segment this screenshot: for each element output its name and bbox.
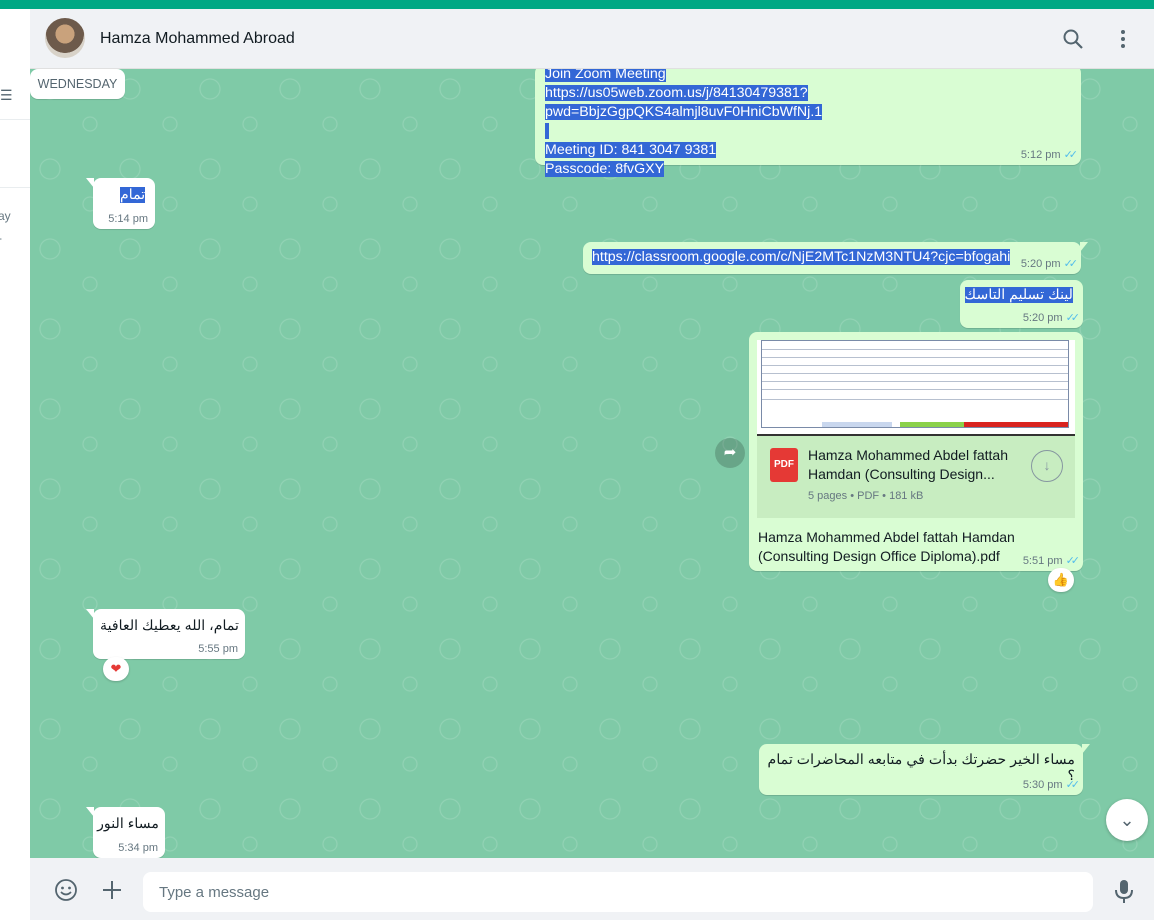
top-accent-bar <box>0 0 1154 9</box>
double-check-icon: ✓✓ <box>1063 258 1079 270</box>
message-outgoing-document[interactable]: PDF Hamza Mohammed Abdel fattah Hamdan (… <box>749 332 1083 571</box>
chevron-down-icon[interactable]: ⌄ <box>1106 799 1148 841</box>
message-text: مساء النور <box>97 816 159 832</box>
message-incoming[interactable]: مساء النور 5:34 pm <box>86 807 165 858</box>
bubble-tail <box>1082 744 1090 754</box>
message-line: https://us05web.zoom.us/j/84130479381?pw… <box>545 85 823 120</box>
chat-header: Hamza Mohammed Abroad <box>30 9 1154 69</box>
message-incoming[interactable]: تمام، الله يعطيك العافية 5:55 pm <box>86 609 245 659</box>
filter-icon[interactable]: ☰ <box>0 87 13 104</box>
reaction-heart[interactable]: ❤ <box>103 657 129 681</box>
double-check-icon: ✓✓ <box>1065 312 1081 324</box>
message-time: 5:12 pm <box>1020 149 1061 161</box>
message-line: Meeting ID: 841 3047 9381 <box>545 142 717 158</box>
message-input[interactable] <box>143 872 1093 912</box>
message-meta: 5:20 pm ✓✓ <box>1020 257 1079 270</box>
sidebar-text-fragment: - <box>0 231 2 245</box>
message-outgoing-zoom[interactable]: Join Zoom Meeting https://us05web.zoom.u… <box>535 69 1081 177</box>
bubble-tail <box>86 807 94 817</box>
message-text: تمام، الله يعطيك العافية <box>99 618 239 634</box>
pdf-file-icon: PDF <box>770 448 798 482</box>
avatar[interactable] <box>45 18 85 58</box>
forward-icon[interactable]: ➦ <box>715 438 745 468</box>
message-outgoing[interactable]: مساء الخير حضرتك بدأت في متابعه المحاضرا… <box>759 744 1090 795</box>
document-name: Hamza Mohammed Abdel fattah Hamdan (Cons… <box>808 447 1008 482</box>
download-icon[interactable]: ↓ <box>1031 450 1063 482</box>
double-check-icon: ✓✓ <box>1063 149 1079 161</box>
message-line: Passcode: 8fvGXY <box>545 161 665 177</box>
message-time: 5:51 pm <box>1022 555 1063 567</box>
double-check-icon: ✓✓ <box>1065 555 1081 567</box>
document-card[interactable]: PDF Hamza Mohammed Abdel fattah Hamdan (… <box>757 436 1075 518</box>
document-preview[interactable] <box>757 340 1075 436</box>
document-caption: Hamza Mohammed Abdel fattah Hamdan (Cons… <box>758 529 1015 564</box>
message-time: 5:30 pm <box>1022 779 1063 791</box>
vertical-dots-icon[interactable] <box>1111 27 1135 51</box>
double-check-icon: ✓✓ <box>1065 779 1081 791</box>
divider <box>0 119 30 120</box>
bubble-tail <box>1080 242 1088 252</box>
message-text: تمام <box>120 187 146 203</box>
message-text: لينك تسليم التاسك <box>964 287 1073 303</box>
message-outgoing-link[interactable]: https://classroom.google.com/c/NjE2MTc1N… <box>583 242 1088 274</box>
message-meta: 5:51 pm ✓✓ <box>1022 554 1081 567</box>
message-line <box>545 123 549 139</box>
message-text: Join Zoom Meeting https://us05web.zoom.u… <box>545 69 1081 179</box>
message-composer <box>30 858 1154 920</box>
chat-list-sidebar-edge: ☰ ay - <box>0 9 31 920</box>
document-info: 5 pages • PDF • 181 kB <box>808 490 924 502</box>
conversation-panel[interactable]: Join Zoom Meeting https://us05web.zoom.u… <box>30 69 1154 858</box>
microphone-icon[interactable] <box>1112 878 1136 904</box>
emoji-icon[interactable] <box>54 878 78 902</box>
message-meta: 5:20 pm ✓✓ <box>1022 311 1081 324</box>
message-line: Join Zoom Meeting <box>545 69 666 82</box>
reaction-thumbs-up[interactable]: 👍 <box>1048 568 1074 592</box>
bubble-tail <box>86 178 94 188</box>
divider <box>0 187 30 188</box>
bubble-tail <box>86 609 94 619</box>
message-meta: 5:12 pm ✓✓ <box>1020 148 1079 161</box>
contact-name[interactable]: Hamza Mohammed Abroad <box>100 30 295 48</box>
message-time: 5:20 pm <box>1020 258 1061 270</box>
preview-table <box>761 340 1069 428</box>
message-time: 5:14 pm <box>108 213 148 225</box>
sidebar-text-fragment: ay <box>0 209 11 223</box>
message-outgoing[interactable]: لينك تسليم التاسك 5:20 pm ✓✓ <box>960 280 1083 328</box>
message-time: 5:55 pm <box>198 643 238 655</box>
search-icon[interactable] <box>1061 27 1085 51</box>
message-incoming[interactable]: تمام 5:14 pm <box>86 178 155 229</box>
date-separator-label: WEDNESDAY <box>37 77 118 91</box>
plus-icon[interactable] <box>100 878 124 902</box>
message-meta: 5:30 pm ✓✓ <box>1022 778 1081 791</box>
message-time: 5:20 pm <box>1022 312 1063 324</box>
message-time: 5:34 pm <box>118 842 158 854</box>
message-link[interactable]: https://classroom.google.com/c/NjE2MTc1N… <box>592 249 1011 265</box>
